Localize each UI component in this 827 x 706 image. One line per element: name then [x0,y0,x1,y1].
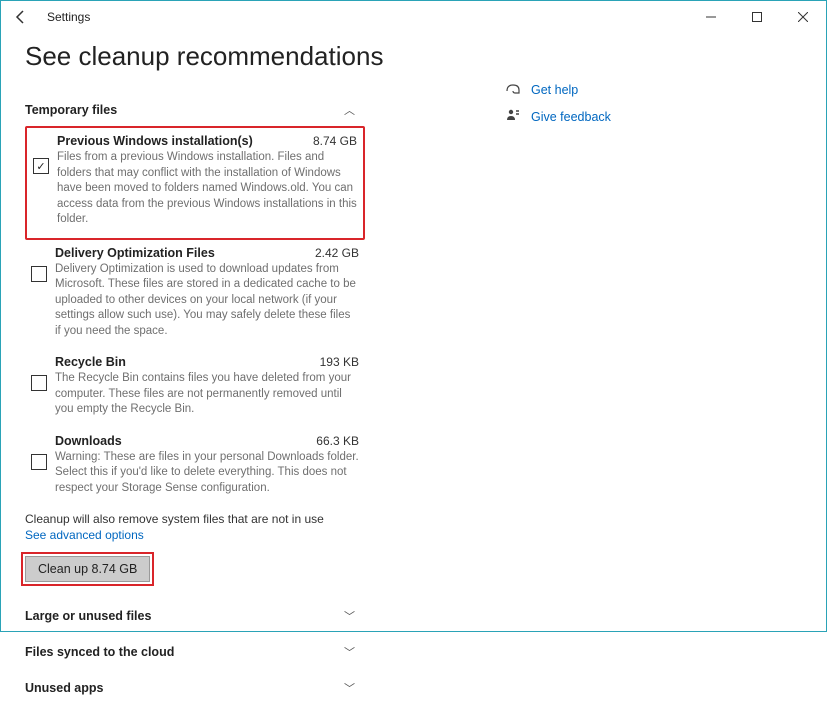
section-label: Files synced to the cloud [25,645,174,659]
section-unused-apps[interactable]: Unused apps ﹀ [25,670,355,706]
minimize-button[interactable] [688,1,734,33]
chevron-up-icon: ︿ [344,102,355,118]
item-desc: Warning: These are files in your persona… [55,450,359,497]
checkbox-downloads[interactable] [31,454,47,470]
help-icon [505,81,521,98]
item-size: 8.74 GB [313,134,357,148]
checkbox-recycle-bin[interactable] [31,375,47,391]
main-content: See cleanup recommendations Temporary fi… [25,37,465,706]
temporary-files-items: Previous Windows installation(s) 8.74 GB… [25,126,465,506]
item-desc: Files from a previous Windows installati… [57,150,357,228]
chevron-down-icon: ﹀ [344,644,355,660]
cleanup-item-delivery-optimization: Delivery Optimization Files 2.42 GB Deli… [25,240,365,350]
item-title: Downloads [55,434,122,448]
item-size: 2.42 GB [315,246,359,260]
item-size: 66.3 KB [316,434,359,448]
page-title: See cleanup recommendations [25,41,465,72]
section-label: Unused apps [25,681,104,695]
window-title: Settings [47,10,90,24]
item-title: Recycle Bin [55,355,126,369]
section-files-synced-cloud[interactable]: Files synced to the cloud ﹀ [25,634,355,670]
chevron-down-icon: ﹀ [344,680,355,696]
back-button[interactable] [9,5,33,29]
link-label: Get help [531,83,578,97]
checkbox-previous-windows[interactable] [33,158,49,174]
checkbox-delivery-optimization[interactable] [31,266,47,282]
item-size: 193 KB [320,355,359,369]
section-label: Large or unused files [25,609,151,623]
clean-up-button[interactable]: Clean up 8.74 GB [25,556,150,582]
section-large-unused-files[interactable]: Large or unused files ﹀ [25,598,355,634]
get-help-link[interactable]: Get help [505,81,802,98]
side-panel: Get help Give feedback [505,81,802,706]
see-advanced-options-link[interactable]: See advanced options [25,528,144,542]
chevron-down-icon: ﹀ [344,608,355,624]
window-controls [688,1,826,33]
link-label: Give feedback [531,110,611,124]
feedback-icon [505,108,521,125]
item-desc: Delivery Optimization is used to downloa… [55,262,359,340]
item-title: Previous Windows installation(s) [57,134,253,148]
section-label: Temporary files [25,103,117,117]
give-feedback-link[interactable]: Give feedback [505,108,802,125]
item-desc: The Recycle Bin contains files you have … [55,371,359,418]
close-button[interactable] [780,1,826,33]
maximize-button[interactable] [734,1,780,33]
cleanup-item-previous-windows: Previous Windows installation(s) 8.74 GB… [25,126,365,240]
cleanup-item-downloads: Downloads 66.3 KB Warning: These are fil… [25,428,365,507]
item-title: Delivery Optimization Files [55,246,215,260]
cleanup-item-recycle-bin: Recycle Bin 193 KB The Recycle Bin conta… [25,349,365,428]
cleanup-note: Cleanup will also remove system files th… [25,512,465,526]
section-temporary-files[interactable]: Temporary files ︿ [25,92,355,128]
